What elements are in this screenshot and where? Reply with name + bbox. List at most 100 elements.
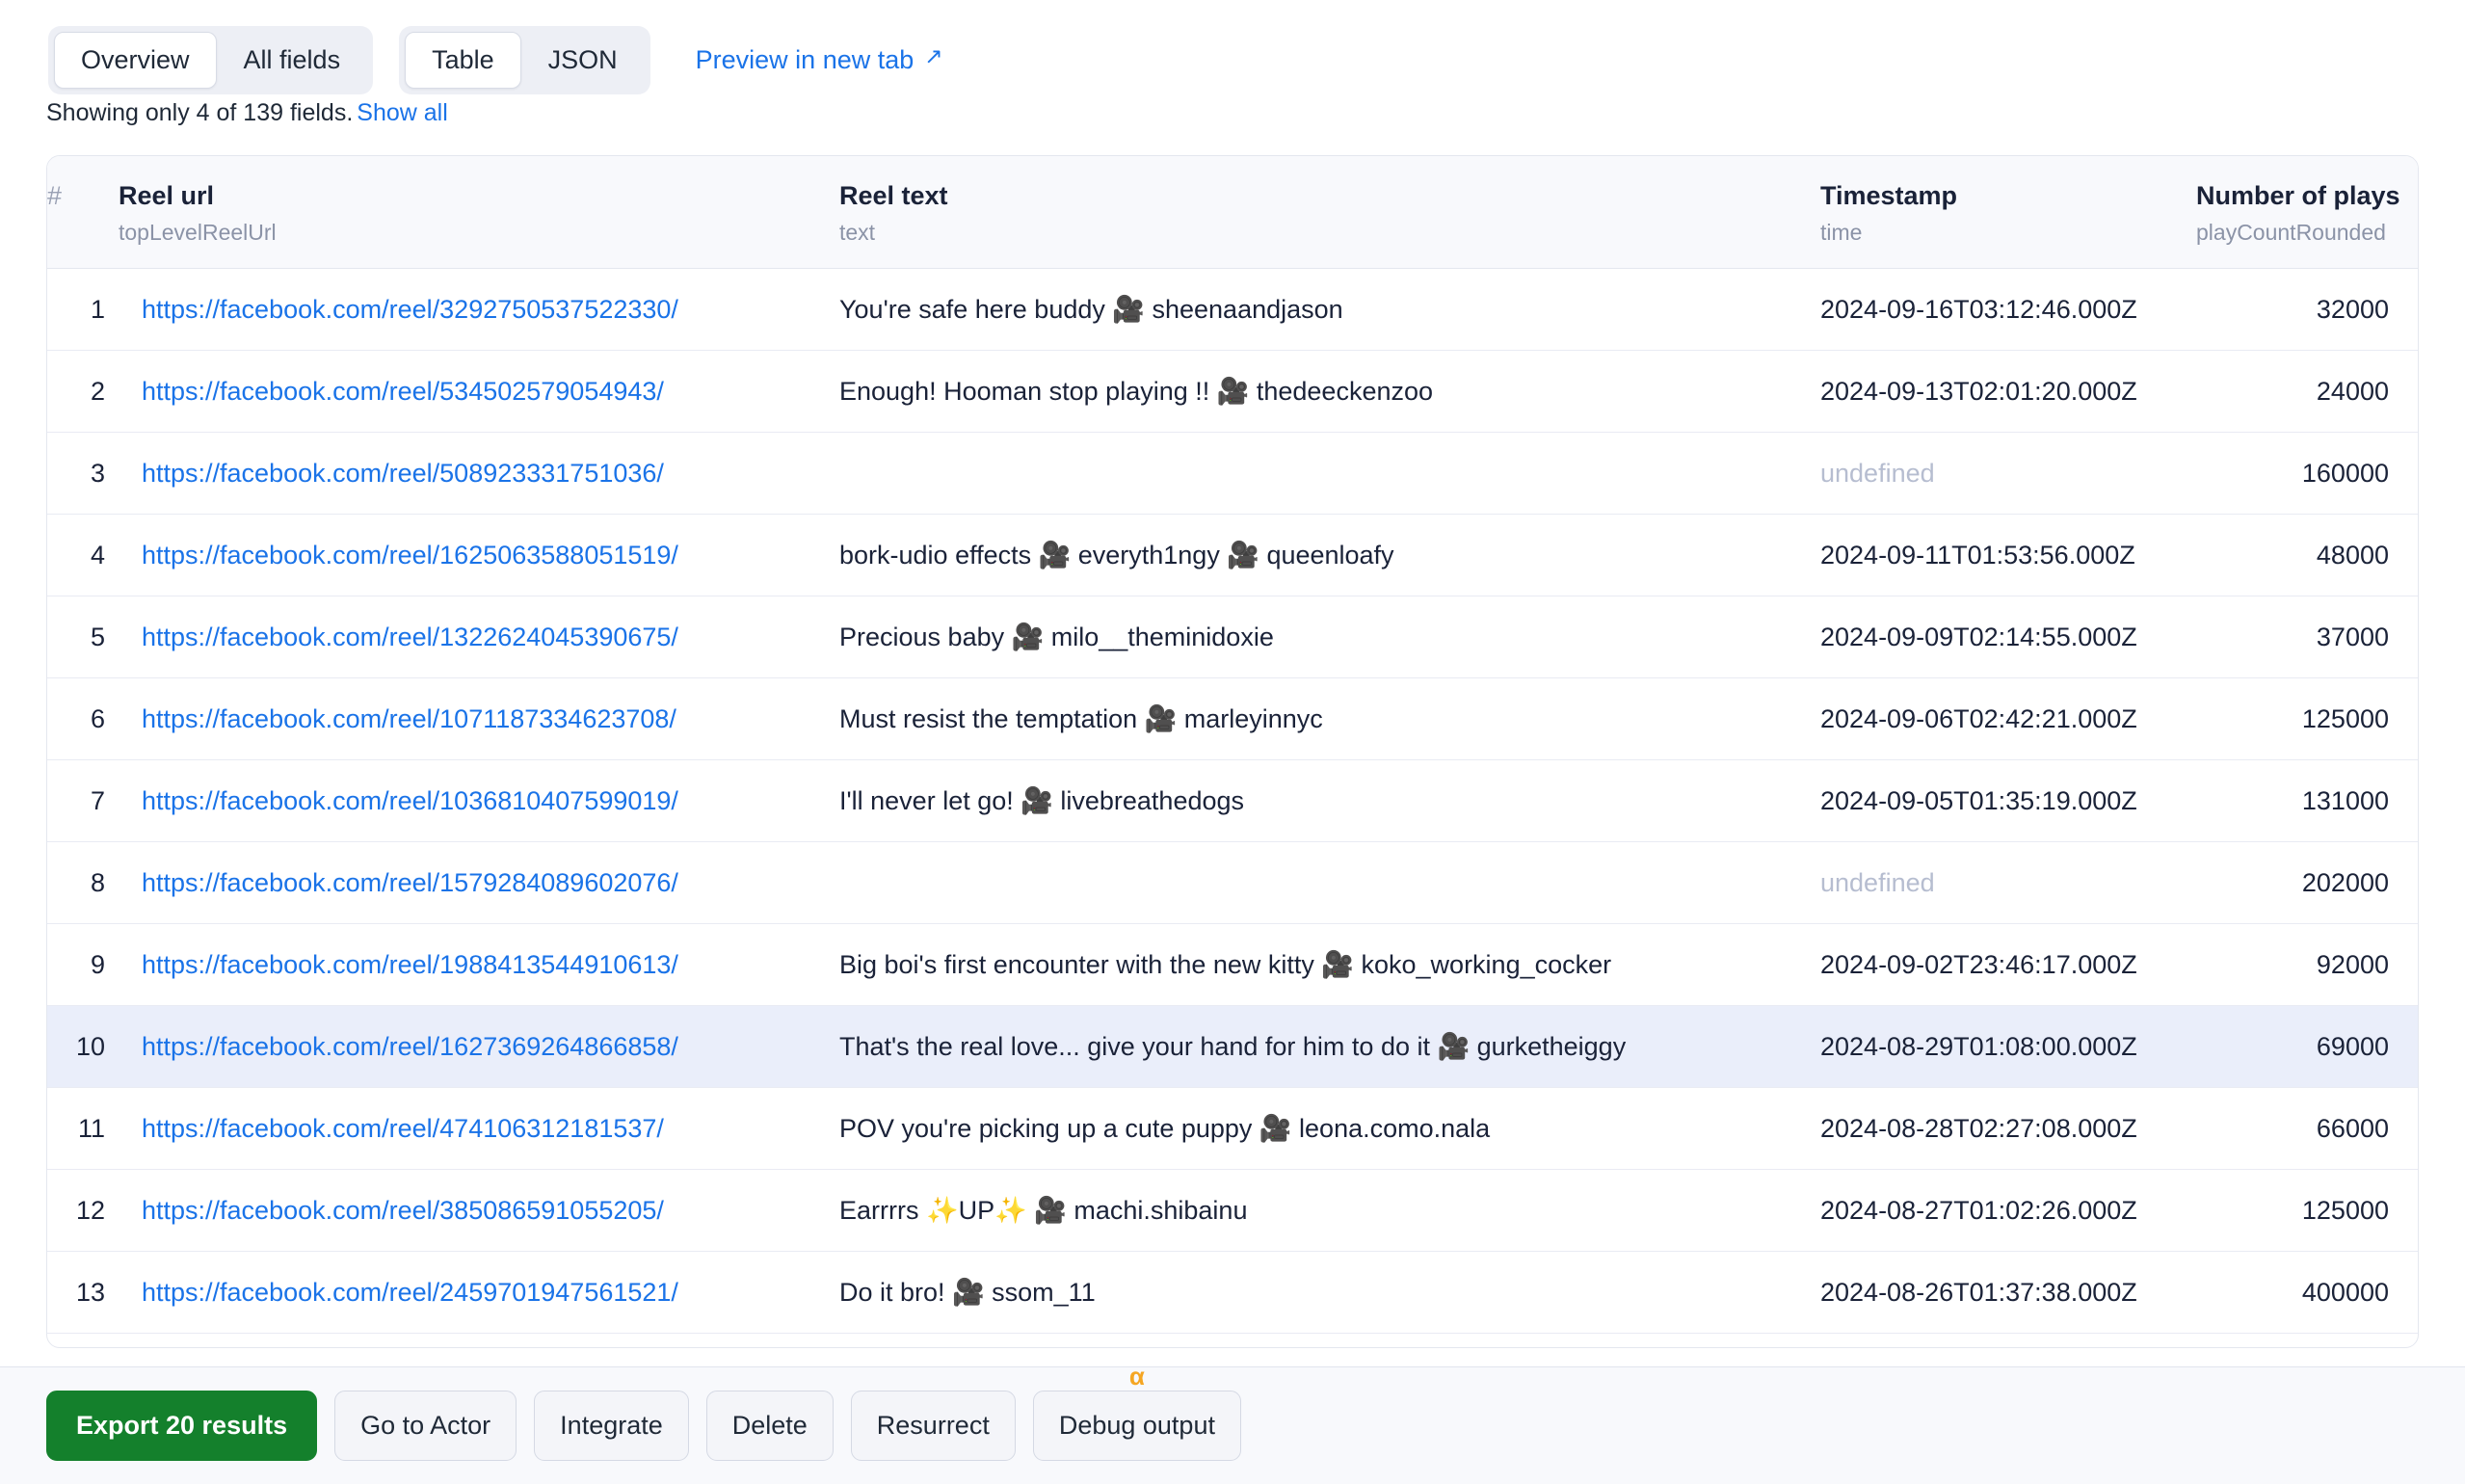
tab-json[interactable]: JSON <box>521 32 645 89</box>
reel-url-link[interactable]: https://facebook.com/reel/53450257905494… <box>142 377 664 406</box>
cell-reel-url: https://facebook.com/reel/47410631218153… <box>119 1087 839 1171</box>
action-button-wrapper: Integrate <box>534 1391 689 1461</box>
table-header: # Reel url topLevelReelUrl Reel text tex… <box>47 156 2418 270</box>
tab-overview[interactable]: Overview <box>54 32 217 89</box>
cell-reel-text: POV you're picking up a cute puppy 🎥 leo… <box>839 1087 1820 1171</box>
button-delete[interactable]: Delete <box>705 1391 834 1461</box>
reel-url-link[interactable]: https://facebook.com/reel/15792840896020… <box>142 868 678 897</box>
table-header-row: # Reel url topLevelReelUrl Reel text tex… <box>47 156 2418 270</box>
alpha-badge: α <box>1128 1362 1145 1391</box>
cell-reel-url: https://facebook.com/reel/19884135449106… <box>119 923 839 1007</box>
row-index: 7 <box>47 759 119 843</box>
button-debug-output[interactable]: Debug output <box>1032 1391 1241 1461</box>
action-button-wrapper: Export 20 results <box>46 1391 318 1461</box>
table-row[interactable]: 9 https://facebook.com/reel/1988413544910… <box>47 923 2418 1007</box>
table-row[interactable]: 12 https://facebook.com/reel/385086591055… <box>47 1169 2418 1253</box>
button-go-to-actor[interactable]: Go to Actor <box>334 1391 517 1461</box>
action-button-wrapper: α Debug output <box>1032 1364 1241 1461</box>
tab-table[interactable]: Table <box>405 32 521 89</box>
cell-timestamp: 2024-08-28T02:27:08.000Z <box>1820 1087 2196 1171</box>
table-row[interactable]: 14https://facebook.com/reel/125902620841… <box>47 1334 2418 1347</box>
button-export-20-results[interactable]: Export 20 results <box>46 1391 318 1461</box>
cell-number-of-plays: 66000 <box>2196 1087 2418 1171</box>
reel-url-link[interactable]: https://facebook.com/reel/13226240453906… <box>142 623 678 651</box>
row-index: 12 <box>47 1169 119 1253</box>
cell-number-of-plays: 48000 <box>2196 514 2418 597</box>
reel-url-link[interactable]: https://facebook.com/reel/32927505375223… <box>142 295 678 324</box>
column-header-reel-text-field: text <box>839 220 876 246</box>
column-header-timestamp[interactable]: Timestamp time <box>1820 156 2196 270</box>
cell-reel-text: bork-udio effects 🎥 everyth1ngy 🎥 queenl… <box>839 514 1820 597</box>
cell-reel-text: I'll never let go! 🎥 livebreathedogs <box>839 759 1820 843</box>
cell-timestamp: 2024-09-09T02:14:55.000Z <box>1820 596 2196 679</box>
action-button-wrapper: Go to Actor <box>334 1391 517 1461</box>
tab-all-fields[interactable]: All fields <box>217 32 368 89</box>
fields-visibility-text: Showing only 4 of 139 fields. <box>46 99 354 126</box>
table-row[interactable]: 10 https://facebook.com/reel/162736926486… <box>47 1005 2418 1089</box>
show-all-fields-link[interactable]: Show all <box>357 99 448 126</box>
reel-url-link[interactable]: https://facebook.com/reel/38508659105520… <box>142 1196 664 1225</box>
cell-timestamp: 2024-09-05T01:35:19.000Z <box>1820 759 2196 843</box>
row-index: 4 <box>47 514 119 597</box>
cell-timestamp: 2024-08-29T01:08:00.000Z <box>1820 1005 2196 1089</box>
cell-reel-url: https://facebook.com/reel/10368104075990… <box>119 759 839 843</box>
cell-number-of-plays: 131000 <box>2196 759 2418 843</box>
table-row[interactable]: 4 https://facebook.com/reel/1625063588051… <box>47 514 2418 597</box>
row-index: 6 <box>47 677 119 761</box>
results-table-page: Overview All fields Table JSON Preview i… <box>0 0 2465 1484</box>
cell-timestamp: 2024-08-27T01:02:26.000Z <box>1820 1169 2196 1253</box>
button-resurrect[interactable]: Resurrect <box>850 1391 1016 1461</box>
cell-reel-text: Precious baby 🎥 milo__theminidoxie <box>839 596 1820 679</box>
table-row[interactable]: 7 https://facebook.com/reel/1036810407599… <box>47 759 2418 843</box>
view-mode-segmented-control: Overview All fields <box>48 26 374 94</box>
reel-url-link[interactable]: https://facebook.com/reel/10368104075990… <box>142 786 678 815</box>
column-header-index-title: # <box>47 181 63 210</box>
reel-url-link[interactable]: https://facebook.com/reel/19884135449106… <box>142 950 678 979</box>
cell-reel-url: https://facebook.com/reel/53450257905494… <box>119 350 839 434</box>
table-row[interactable]: 13 https://facebook.com/reel/245970194756… <box>47 1251 2418 1335</box>
cell-reel-url: https://facebook.com/reel/24597019475615… <box>119 1251 839 1335</box>
preview-in-new-tab-link[interactable]: Preview in new tab ↗ <box>696 45 943 75</box>
table-body: 1 https://facebook.com/reel/3292750537522… <box>47 268 2418 1347</box>
reel-url-link[interactable]: https://facebook.com/reel/10711873346237… <box>142 704 676 733</box>
column-header-reel-url[interactable]: Reel url topLevelReelUrl <box>119 156 839 270</box>
cell-reel-text <box>839 432 1820 516</box>
cell-number-of-plays: 37000 <box>2196 596 2418 679</box>
row-index: 2 <box>47 350 119 434</box>
cell-number-of-plays: 32000 <box>2196 268 2418 352</box>
column-header-reel-text[interactable]: Reel text text <box>839 156 1820 270</box>
cell-reel-url: https://facebook.com/reel/50892333175103… <box>119 432 839 516</box>
column-header-number-of-plays-title: Number of plays <box>2196 181 2400 210</box>
cell-reel-text <box>839 841 1820 925</box>
row-index: 11 <box>47 1087 119 1171</box>
table-row[interactable]: 2 https://facebook.com/reel/5345025790549… <box>47 350 2418 434</box>
cell-reel-text: You're safe here buddy 🎥 sheenaandjason <box>839 268 1820 352</box>
column-header-number-of-plays[interactable]: Number of plays playCountRounded <box>2196 156 2418 270</box>
row-index: 9 <box>47 923 119 1007</box>
cell-number-of-plays: 68000 <box>2196 1334 2418 1347</box>
table-row[interactable]: 11 https://facebook.com/reel/474106312181… <box>47 1087 2418 1171</box>
column-header-timestamp-field: time <box>1820 220 1863 246</box>
cell-reel-text: Earrrrs ✨UP✨ 🎥 machi.shibainu <box>839 1169 1820 1253</box>
row-index: 13 <box>47 1251 119 1335</box>
reel-url-link[interactable]: https://facebook.com/reel/16250635880515… <box>142 541 678 570</box>
cell-number-of-plays: 125000 <box>2196 1169 2418 1253</box>
undefined-value: undefined <box>1820 867 1935 897</box>
table-row[interactable]: 3 https://facebook.com/reel/5089233317510… <box>47 432 2418 516</box>
cell-reel-url: https://facebook.com/reel/16250635880515… <box>119 514 839 597</box>
table-row[interactable]: 8 https://facebook.com/reel/1579284089602… <box>47 841 2418 925</box>
cell-reel-url: https://facebook.com/reel/32927505375223… <box>119 268 839 352</box>
cell-number-of-plays: 125000 <box>2196 677 2418 761</box>
table-row[interactable]: 6 https://facebook.com/reel/1071187334623… <box>47 677 2418 761</box>
row-index: 3 <box>47 432 119 516</box>
reel-url-link[interactable]: https://facebook.com/reel/47410631218153… <box>142 1114 664 1143</box>
reel-url-link[interactable]: https://facebook.com/reel/24597019475615… <box>142 1278 678 1307</box>
column-header-number-of-plays-field: playCountRounded <box>2196 220 2386 246</box>
reel-url-link[interactable]: https://facebook.com/reel/16273692648668… <box>142 1032 678 1061</box>
button-integrate[interactable]: Integrate <box>534 1391 689 1461</box>
column-header-index[interactable]: # <box>47 156 119 270</box>
reel-url-link[interactable]: https://facebook.com/reel/50892333175103… <box>142 459 664 488</box>
table-row[interactable]: 5 https://facebook.com/reel/1322624045390… <box>47 596 2418 679</box>
table-row[interactable]: 1 https://facebook.com/reel/3292750537522… <box>47 268 2418 352</box>
cell-timestamp: undefined <box>1820 841 2196 925</box>
